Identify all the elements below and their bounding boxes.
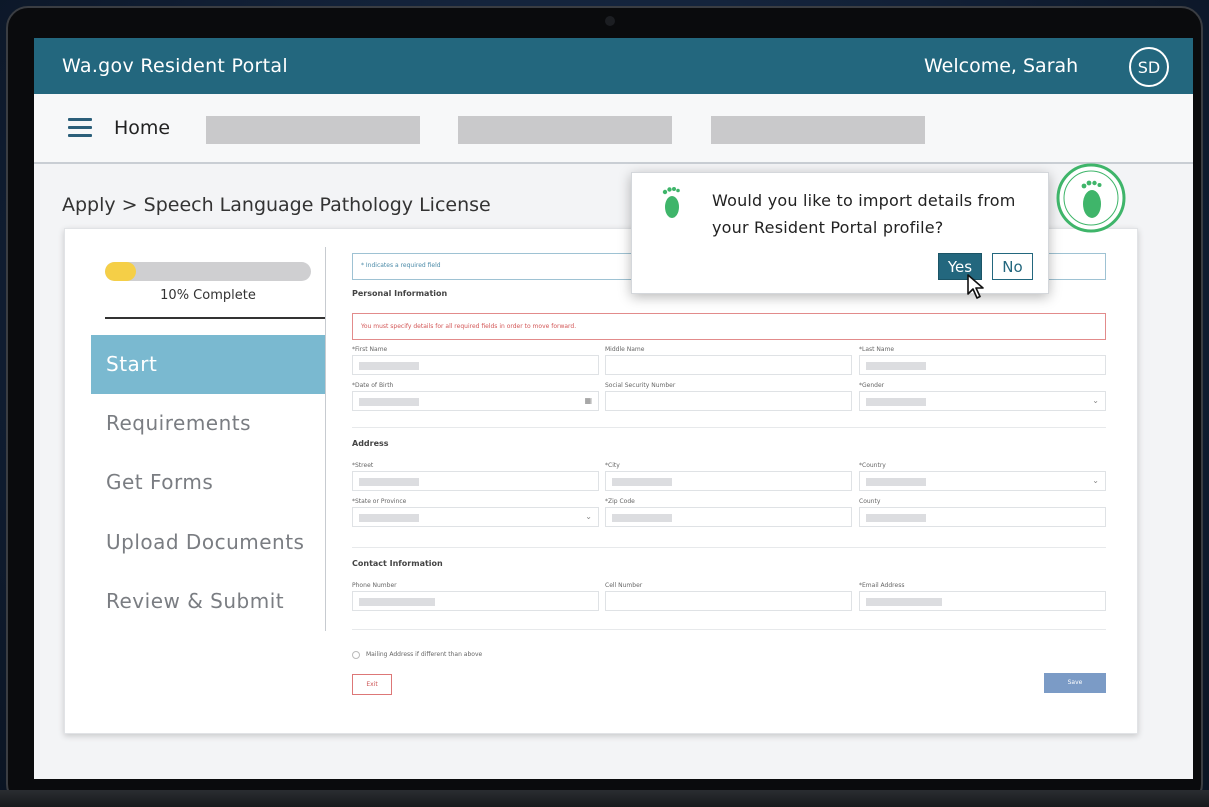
breadcrumb: Apply > Speech Language Pathology Licens… [62, 194, 491, 216]
county-field[interactable] [859, 507, 1106, 527]
bigfoot-badge-icon [1056, 163, 1126, 233]
step-upload-documents[interactable]: Upload Documents [91, 513, 325, 572]
mailing-address-label: Mailing Address if different than above [366, 651, 483, 658]
field-label: *First Name [352, 346, 388, 353]
field-label: *Last Name [859, 346, 895, 353]
divider [352, 427, 1106, 428]
ssn-field[interactable] [605, 391, 852, 411]
city-field[interactable] [605, 471, 852, 491]
nav-item-placeholder[interactable] [206, 116, 420, 144]
gender-select[interactable]: ⌄ [859, 391, 1106, 411]
welcome-text: Welcome, Sarah [924, 55, 1079, 77]
laptop-base [0, 790, 1209, 807]
application-card: 10% Complete Start Requirements Get Form… [64, 228, 1138, 734]
nav-home-link[interactable]: Home [114, 117, 170, 139]
exit-button[interactable]: Exit [352, 674, 392, 695]
hamburger-menu-icon[interactable] [68, 118, 92, 138]
mailing-address-checkbox[interactable] [352, 651, 360, 659]
field-label: *Zip Code [605, 498, 635, 505]
field-label: Phone Number [352, 582, 397, 589]
nav-item-placeholder[interactable] [711, 116, 925, 144]
field-label: *Country [859, 462, 886, 469]
progress-fill [105, 262, 136, 281]
divider [105, 317, 325, 319]
popup-message: Would you like to import details from yo… [712, 191, 1016, 237]
camera-icon [605, 16, 615, 26]
chevron-down-icon: ⌄ [1092, 396, 1099, 405]
error-message: You must specify details for all require… [352, 313, 1106, 340]
field-label: *Street [352, 462, 374, 469]
progress-bar [105, 262, 311, 281]
save-button[interactable]: Save [1044, 673, 1106, 693]
divider [352, 629, 1106, 630]
field-label: Middle Name [605, 346, 645, 353]
email-address-field[interactable] [859, 591, 1106, 611]
date-of-birth-field[interactable]: ▦ [352, 391, 599, 411]
footprint-icon [662, 187, 680, 218]
step-review-submit[interactable]: Review & Submit [91, 572, 325, 631]
application-form: * Indicates a required field Personal In… [352, 249, 1108, 695]
first-name-field[interactable] [352, 355, 599, 375]
app-screen: Wa.gov Resident Portal Welcome, Sarah SD… [34, 38, 1193, 779]
field-label: *Gender [859, 382, 885, 389]
field-label: *Date of Birth [352, 382, 394, 389]
section-title-address: Address [352, 439, 389, 448]
step-get-forms[interactable]: Get Forms [91, 453, 325, 512]
portal-header: Wa.gov Resident Portal Welcome, Sarah SD [34, 38, 1193, 94]
nav-item-placeholder[interactable] [458, 116, 672, 144]
no-button[interactable]: No [992, 253, 1033, 280]
cell-number-field[interactable] [605, 591, 852, 611]
section-title-contact: Contact Information [352, 559, 443, 568]
phone-number-field[interactable] [352, 591, 599, 611]
chevron-down-icon: ⌄ [1092, 476, 1099, 485]
street-field[interactable] [352, 471, 599, 491]
chevron-down-icon: ⌄ [585, 512, 592, 521]
field-label: *State or Province [352, 498, 407, 505]
step-start[interactable]: Start [91, 335, 325, 394]
field-label: Social Security Number [605, 382, 676, 389]
step-requirements[interactable]: Requirements [91, 394, 325, 453]
portal-title[interactable]: Wa.gov Resident Portal [62, 55, 288, 77]
avatar[interactable]: SD [1129, 47, 1169, 87]
nav-bar: Home [34, 94, 1193, 164]
last-name-field[interactable] [859, 355, 1106, 375]
field-label: Cell Number [605, 582, 643, 589]
divider [325, 247, 326, 631]
field-label: County [859, 498, 881, 505]
zip-code-field[interactable] [605, 507, 852, 527]
calendar-icon[interactable]: ▦ [584, 396, 592, 405]
field-label: *City [605, 462, 620, 469]
divider [352, 547, 1106, 548]
middle-name-field[interactable] [605, 355, 852, 375]
mouse-pointer-icon [967, 274, 984, 299]
country-select[interactable]: ⌄ [859, 471, 1106, 491]
progress-label: 10% Complete [160, 288, 256, 303]
state-select[interactable]: ⌄ [352, 507, 599, 527]
field-label: *Email Address [859, 582, 905, 589]
section-title-personal: Personal Information [352, 289, 448, 298]
